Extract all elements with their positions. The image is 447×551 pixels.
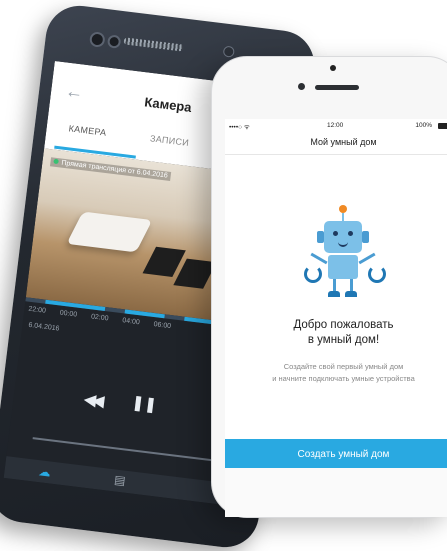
files-icon[interactable]: ▤: [113, 472, 126, 487]
carrier-signal: ••••○ ᯤ: [229, 124, 250, 131]
earpiece-speaker: [123, 37, 184, 52]
front-camera-icon: [88, 31, 106, 48]
robot-head: [324, 221, 362, 253]
volume-slider[interactable]: [32, 437, 212, 462]
subtext-line: Создайте свой первый умный дом: [283, 362, 404, 371]
sofa-shape: [66, 211, 153, 253]
battery-icon: [438, 123, 447, 129]
front-camera-icon: [298, 83, 305, 90]
robot-icon: [304, 205, 386, 305]
live-stream-text: Прямая трансляция от 6.04.2016: [61, 159, 169, 180]
tick-label: 00:00: [59, 309, 78, 319]
welcome-heading: Добро пожаловать в умный дом!: [225, 318, 447, 348]
robot-ear: [362, 231, 369, 243]
live-stream-label: Прямая трансляция от 6.04.2016: [49, 157, 172, 181]
smart-home-screen: ••••○ ᯤ 12:00 100% Мой умный дом Добро п…: [225, 119, 447, 517]
robot-foot: [345, 291, 357, 297]
bottom-area: [225, 468, 447, 517]
live-dot-icon: [53, 158, 59, 165]
robot-body: [328, 255, 358, 279]
robot-arm: [358, 252, 376, 265]
robot-leg: [333, 279, 336, 291]
date-label: 6.04.2016: [28, 321, 60, 333]
battery-percent: 100%: [415, 122, 432, 129]
create-smart-home-button[interactable]: Создать умный дом: [225, 439, 447, 468]
nav-divider: [225, 154, 447, 155]
back-arrow-icon[interactable]: ←: [64, 81, 84, 104]
camera-title: Камера: [143, 94, 193, 115]
robot-claw: [368, 265, 386, 283]
welcome-line: в умный дом!: [307, 334, 380, 346]
robot-claw: [304, 265, 322, 283]
sensor-icon: [106, 34, 122, 49]
tick-label: 02:00: [90, 313, 109, 323]
status-time: 12:00: [327, 122, 344, 129]
status-bar: ••••○ ᯤ 12:00 100%: [225, 119, 447, 133]
top-dot: [330, 65, 336, 71]
welcome-line: Добро пожаловать: [293, 319, 394, 331]
proximity-sensor-icon: [222, 45, 235, 58]
earpiece-speaker: [315, 85, 359, 90]
pause-icon[interactable]: ❚❚: [131, 393, 158, 414]
rewind-icon[interactable]: ◀◀: [83, 389, 102, 411]
robot-foot: [328, 291, 340, 297]
robot-leg: [350, 279, 353, 291]
iphone: ••••○ ᯤ 12:00 100% Мой умный дом Добро п…: [211, 56, 447, 518]
robot-mouth: [338, 241, 348, 247]
robot-eye: [333, 231, 338, 236]
robot-eye: [348, 231, 353, 236]
tick-label: 22:00: [27, 305, 47, 315]
cloud-icon[interactable]: ☁: [38, 464, 52, 479]
page-title: Мой умный дом: [310, 137, 377, 147]
robot-ear: [317, 231, 324, 243]
antenna: [342, 213, 344, 221]
tab-recordings[interactable]: ЗАПИСИ: [150, 133, 190, 148]
tick-label: 04:00: [121, 317, 141, 327]
antenna-ball: [339, 205, 347, 213]
tick-label: 06:00: [153, 321, 172, 331]
tab-camera[interactable]: КАМЕРА: [68, 123, 107, 138]
welcome-subtext: Создайте свой первый умный дом и начните…: [225, 361, 447, 385]
robot-arm: [310, 252, 328, 265]
subtext-line: и начните подключать умные устройства: [272, 374, 415, 383]
